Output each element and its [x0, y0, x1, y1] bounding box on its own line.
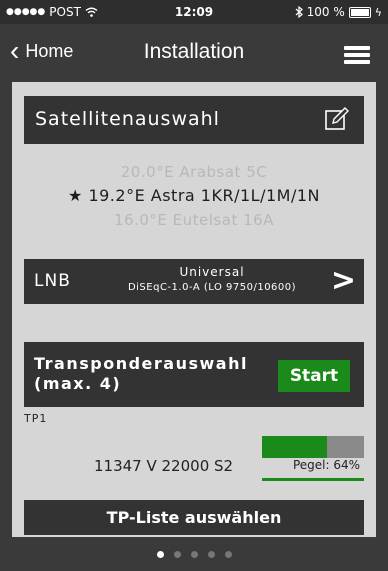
page-dot[interactable] — [156, 550, 164, 558]
lnb-detail: DiSEqC-1.0-A (LO 9750/10600) — [127, 282, 297, 293]
edit-icon[interactable] — [324, 106, 350, 132]
status-bar: ●●●●● POST 12:09 100 % ϟ — [0, 0, 388, 24]
transponder-data[interactable]: 11347 V 22000 S2 — [94, 457, 233, 475]
satellite-selection-label: Satellitenauswahl — [35, 108, 220, 130]
page-dot[interactable] — [224, 550, 232, 558]
chevron-right-icon: > — [330, 263, 356, 298]
satellite-list[interactable]: 20.0°E Arabsat 5C ★ 19.2°E Astra 1KR/1L/… — [12, 160, 376, 232]
installation-panel: Satellitenauswahl 20.0°E Arabsat 5C ★ 19… — [12, 82, 376, 537]
page-indicator[interactable] — [0, 537, 388, 571]
start-button[interactable]: Start — [278, 360, 350, 392]
lnb-settings-row[interactable]: LNB Universal DiSEqC-1.0-A (LO 9750/1060… — [24, 259, 364, 304]
tp-list-select-button[interactable]: TP-Liste auswählen — [24, 500, 364, 535]
signal-level-text: Pegel: 64% — [292, 458, 360, 472]
page-dot[interactable] — [190, 550, 198, 558]
lnb-label: LNB — [34, 271, 71, 291]
page-dot[interactable] — [207, 550, 215, 558]
navigation-bar: ‹ Home Installation — [0, 24, 388, 82]
page-title: Installation — [143, 40, 245, 63]
signal-level-bar — [262, 436, 364, 458]
hamburger-menu-icon[interactable] — [344, 46, 370, 64]
battery-percentage: 100 % — [306, 5, 345, 19]
transponder-title: Transponderauswahl — [34, 354, 248, 373]
transponder-slot-label: TP1 — [24, 412, 48, 425]
charging-icon: ϟ — [374, 5, 382, 19]
lnb-type: Universal — [179, 265, 245, 279]
satellite-item-arabsat[interactable]: 20.0°E Arabsat 5C — [12, 160, 376, 184]
page-dot[interactable] — [173, 550, 181, 558]
satellite-item-eutelsat[interactable]: 16.0°E Eutelsat 16A — [12, 208, 376, 232]
satellite-item-astra-selected[interactable]: ★ 19.2°E Astra 1KR/1L/1M/1N — [12, 184, 376, 208]
transponder-selection-header: Transponderauswahl (max. 4) Start — [24, 342, 364, 407]
bluetooth-icon — [295, 6, 303, 18]
transponder-max: (max. 4) — [34, 374, 122, 393]
battery-icon — [348, 6, 371, 18]
signal-quality-line — [262, 478, 364, 481]
satellite-selection-header[interactable]: Satellitenauswahl — [24, 96, 364, 144]
signal-level-fill — [262, 436, 328, 458]
transponder-selection-label: Transponderauswahl (max. 4) — [34, 354, 248, 394]
status-right: 100 % ϟ — [295, 5, 382, 19]
